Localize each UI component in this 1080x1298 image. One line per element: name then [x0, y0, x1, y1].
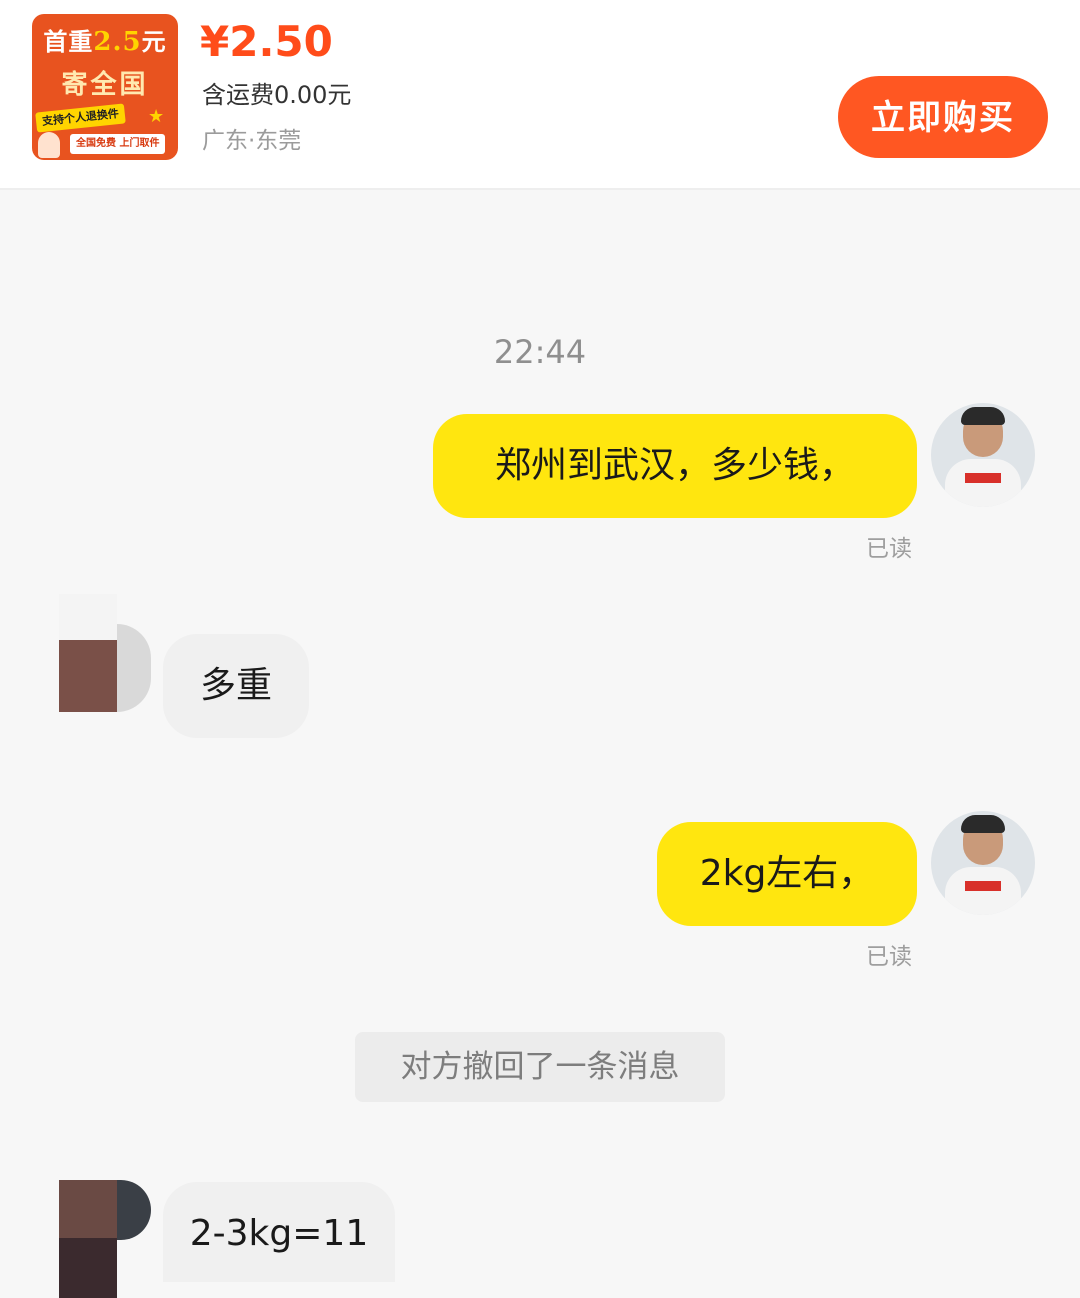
thumbnail-subline: 寄全国	[61, 70, 149, 100]
avatar-block	[59, 594, 117, 640]
avatar-block	[59, 1238, 117, 1298]
avatar-hair	[961, 407, 1005, 425]
avatar-block	[117, 624, 151, 712]
my-message-bubble[interactable]: 2kg左右，	[657, 822, 917, 926]
thumbnail-text-b: 2.5	[93, 27, 142, 57]
my-message-bubble[interactable]: 郑州到武汉，多少钱，	[433, 414, 917, 518]
product-thumbnail[interactable]: 首重2.5元 寄全国 支持个人退换件 ★ 全国免费 上门取件	[32, 14, 178, 160]
star-icon: ★	[148, 106, 165, 127]
avatar-hair	[961, 815, 1005, 833]
product-price: ¥2.50	[200, 17, 333, 66]
message-recalled-notice: 对方撤回了一条消息	[355, 1032, 725, 1102]
buy-now-button[interactable]: 立即购买	[838, 76, 1048, 158]
chat-timestamp: 22:44	[493, 333, 587, 371]
my-avatar[interactable]	[931, 403, 1035, 507]
read-receipt: 已读	[866, 536, 912, 562]
seller-avatar[interactable]	[59, 594, 151, 712]
person-figure-icon	[38, 132, 60, 158]
thumbnail-text-c: 元	[141, 27, 167, 56]
my-avatar[interactable]	[931, 811, 1035, 915]
avatar-shirt-logo	[965, 473, 1001, 483]
avatar-shirt-logo	[965, 881, 1001, 891]
product-location: 广东·东莞	[202, 128, 302, 154]
seller-message-bubble[interactable]: 2-3kg=11	[163, 1182, 395, 1282]
seller-message-bubble[interactable]: 多重	[163, 634, 309, 738]
thumbnail-text-a: 首重	[43, 27, 94, 56]
product-header: 首重2.5元 寄全国 支持个人退换件 ★ 全国免费 上门取件 ¥2.50 含运费…	[0, 0, 1080, 190]
avatar-shirt	[945, 867, 1021, 915]
thumbnail-headline: 首重2.5元	[32, 22, 178, 57]
avatar-shirt	[945, 459, 1021, 507]
shipping-fee: 含运费0.00元	[202, 81, 352, 109]
thumbnail-tag-returns: 支持个人退换件	[35, 103, 126, 133]
thumbnail-tag-pickup: 全国免费 上门取件	[70, 134, 166, 154]
seller-avatar[interactable]	[59, 1180, 151, 1298]
avatar-block	[59, 640, 117, 712]
read-receipt: 已读	[866, 944, 912, 970]
avatar-block	[117, 1180, 151, 1240]
avatar-block	[59, 1180, 117, 1238]
